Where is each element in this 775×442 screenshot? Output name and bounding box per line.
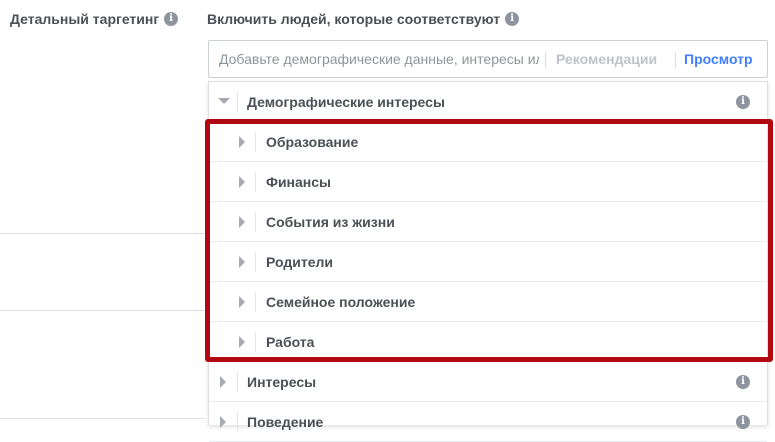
chevron-right-icon[interactable] [220,416,226,428]
chevron-right-icon[interactable] [220,376,226,388]
targeting-search-box: Рекомендации Просмотр [208,40,768,78]
subcategory-parents[interactable]: Родители [209,242,767,282]
info-icon[interactable]: i [505,12,520,26]
row-separator [237,372,238,392]
chevron-right-icon[interactable] [239,336,245,348]
left-divider [0,233,205,234]
chevron-right-icon[interactable] [239,136,245,148]
browse-dropdown: Демографические интересы i Образование Ф… [208,81,768,442]
row-separator [255,172,256,192]
subcategory-label: Родители [266,254,333,270]
detailed-targeting-label: Детальный таргетинг i [10,11,179,27]
row-separator [255,252,256,272]
subcategory-relationship[interactable]: Семейное положение [209,282,767,322]
include-people-label: Включить людей, которые соответствуют i [207,11,520,27]
subcategory-education[interactable]: Образование [209,122,767,162]
chevron-right-icon[interactable] [239,296,245,308]
row-separator [237,412,238,432]
chevron-right-icon[interactable] [239,176,245,188]
category-label: Интересы [247,374,317,390]
include-people-title: Включить людей, которые соответствуют [207,11,501,27]
subcategory-label: Образование [266,134,359,150]
info-icon[interactable]: i [736,95,750,109]
category-demographics[interactable]: Демографические интересы i [209,82,767,122]
row-separator [255,332,256,352]
category-behaviors[interactable]: Поведение i [209,402,767,442]
suggestions-button[interactable]: Рекомендации [556,51,657,67]
targeting-search-input[interactable] [209,41,539,77]
row-separator [255,212,256,232]
search-separator [675,52,676,68]
info-icon[interactable]: i [736,415,750,429]
chevron-right-icon[interactable] [239,216,245,228]
browse-button[interactable]: Просмотр [684,51,753,67]
row-separator [255,132,256,152]
row-separator [255,292,256,312]
info-icon[interactable]: i [736,375,750,389]
left-divider [0,418,205,419]
category-label: Демографические интересы [247,94,445,110]
subcategory-finance[interactable]: Финансы [209,162,767,202]
info-icon[interactable]: i [164,12,179,26]
left-divider [0,310,205,311]
subcategory-work[interactable]: Работа [209,322,767,362]
subcategory-life-events[interactable]: События из жизни [209,202,767,242]
subcategory-label: Семейное положение [266,294,416,310]
search-separator [545,52,546,68]
category-interests[interactable]: Интересы i [209,362,767,402]
chevron-right-icon[interactable] [239,256,245,268]
subcategory-label: Финансы [266,174,331,190]
row-separator [237,92,238,112]
chevron-down-icon[interactable] [218,98,230,104]
subcategory-label: Работа [266,334,315,350]
subcategory-label: События из жизни [266,214,395,230]
category-label: Поведение [247,414,324,430]
detailed-targeting-title: Детальный таргетинг [10,11,160,27]
